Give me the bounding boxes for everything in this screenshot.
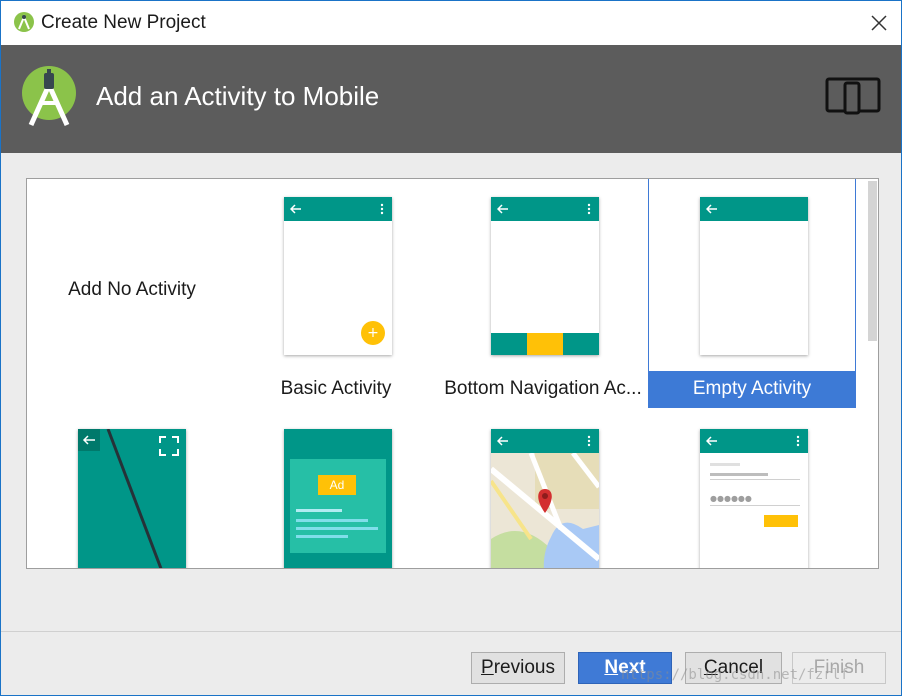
android-studio-icon <box>13 11 35 33</box>
finish-label: Finish <box>813 657 865 678</box>
template-thumbnail <box>78 429 186 568</box>
tablet-phone-icon <box>825 77 881 115</box>
close-icon[interactable] <box>867 11 891 35</box>
title-bar: Create New Project <box>1 1 901 45</box>
template-thumbnail <box>491 429 599 568</box>
previous-button[interactable]: Previous <box>471 652 565 684</box>
next-button[interactable]: Next <box>578 652 672 684</box>
footer-divider <box>1 631 901 632</box>
create-project-window: Create New Project Add an Activity to Mo… <box>0 0 902 696</box>
template-tile-google-maps[interactable] <box>440 411 646 568</box>
android-studio-logo <box>21 65 77 127</box>
overflow-menu-icon <box>796 435 800 447</box>
ad-badge: Ad <box>318 475 356 495</box>
template-tile-bottom-navigation[interactable]: Bottom Navigation Ac... <box>440 179 646 407</box>
template-thumbnail <box>491 197 599 355</box>
bottom-navigation-bar <box>491 333 599 355</box>
template-thumbnail <box>700 197 808 355</box>
svg-text:●●●●●●: ●●●●●● <box>710 494 752 503</box>
previous-label: revious <box>493 657 555 678</box>
next-mnemonic: N <box>604 657 619 678</box>
login-form-preview: ●●●●●● <box>710 463 800 527</box>
back-arrow-icon <box>706 436 717 446</box>
finish-button: Finish <box>792 652 886 684</box>
ad-text-line <box>296 509 342 512</box>
template-tile-login-activity[interactable]: ●●●●●● <box>649 411 855 568</box>
fab-plus-icon: + <box>361 321 385 345</box>
back-arrow-icon <box>497 204 508 214</box>
template-tile-fullscreen-activity[interactable] <box>27 411 233 568</box>
template-label: Empty Activity <box>649 371 855 407</box>
app-bar <box>700 197 808 221</box>
ad-card: Ad <box>290 459 386 553</box>
fullscreen-preview <box>78 429 179 568</box>
cancel-mnemonic: C <box>703 657 718 678</box>
back-arrow-icon <box>290 204 301 214</box>
app-bar <box>700 429 808 453</box>
page-title: Add an Activity to Mobile <box>96 81 380 111</box>
template-tile-empty-activity[interactable]: Empty Activity <box>648 179 856 408</box>
bottom-navigation-active-item <box>527 333 563 355</box>
ad-text-line <box>296 527 378 530</box>
back-arrow-icon <box>497 436 508 446</box>
gallery-scrollbar[interactable] <box>868 181 877 341</box>
template-thumbnail: + <box>284 197 392 355</box>
wizard-header: Add an Activity to Mobile <box>1 45 901 153</box>
previous-mnemonic: P <box>481 657 494 678</box>
template-tile-basic-activity[interactable]: + Basic Activity <box>233 179 439 407</box>
window-title: Create New Project <box>41 12 206 33</box>
template-thumbnail: ●●●●●● <box>700 429 808 568</box>
template-tile-no-activity[interactable]: Add No Activity <box>27 179 233 407</box>
template-tile-admob-ads[interactable]: Ad <box>233 411 439 568</box>
app-bar <box>284 197 392 221</box>
cancel-button[interactable]: Cancel <box>685 652 782 684</box>
template-thumbnail: Ad <box>284 429 392 568</box>
activity-gallery[interactable]: Add No Activity + Basic Activity Bottom … <box>26 178 879 569</box>
cancel-label: ancel <box>717 657 764 678</box>
app-bar <box>491 197 599 221</box>
overflow-menu-icon <box>587 203 591 215</box>
ad-text-line <box>296 535 348 538</box>
app-bar <box>491 429 599 453</box>
overflow-menu-icon <box>587 435 591 447</box>
template-label: Add No Activity <box>68 279 196 300</box>
template-label: Basic Activity <box>280 378 392 399</box>
ad-text-line <box>296 519 368 522</box>
next-label: ext <box>618 657 646 678</box>
overflow-menu-icon <box>380 203 384 215</box>
back-arrow-icon <box>706 204 717 214</box>
template-label: Bottom Navigation Ac... <box>444 378 642 399</box>
